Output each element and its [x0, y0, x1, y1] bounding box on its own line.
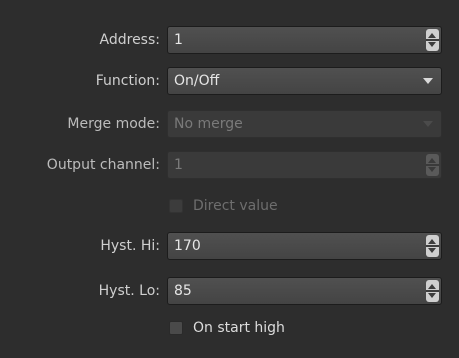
- checkbox-box[interactable]: [169, 199, 183, 213]
- spin-up-icon[interactable]: [428, 284, 436, 289]
- hyst-lo-label: Hyst. Lo:: [98, 283, 160, 299]
- spin-down-icon[interactable]: [428, 248, 436, 253]
- hyst-hi-spinbox[interactable]: 170: [167, 232, 442, 260]
- spin-arrows-icon[interactable]: [426, 235, 439, 257]
- spin-down-icon[interactable]: [428, 167, 436, 172]
- hyst-hi-value[interactable]: 170: [174, 233, 201, 259]
- hyst-lo-row: Hyst. Lo: 85: [0, 277, 459, 305]
- chevron-down-icon[interactable]: [423, 121, 433, 127]
- stepper-divider: [426, 245, 439, 247]
- merge-mode-row: Merge mode: No merge: [0, 110, 459, 138]
- merge-mode-value[interactable]: No merge: [174, 111, 243, 137]
- settings-panel: Address: 1 Function: On/Off Merge mode: …: [0, 0, 459, 358]
- output-channel-spinbox[interactable]: 1: [167, 151, 442, 179]
- output-channel-row: Output channel: 1: [0, 151, 459, 179]
- address-spinbox[interactable]: 1: [167, 26, 442, 54]
- on-start-high-label: On start high: [193, 320, 285, 336]
- function-row: Function: On/Off: [0, 67, 459, 95]
- function-select[interactable]: On/Off: [167, 67, 442, 95]
- direct-value-checkbox[interactable]: Direct value: [167, 196, 327, 220]
- address-row: Address: 1: [0, 26, 459, 54]
- function-label: Function:: [95, 73, 160, 89]
- hyst-hi-row: Hyst. Hi: 170: [0, 232, 459, 260]
- spin-up-icon[interactable]: [428, 33, 436, 38]
- hyst-hi-label: Hyst. Hi:: [100, 238, 160, 254]
- output-channel-label: Output channel:: [46, 157, 160, 173]
- merge-mode-label: Merge mode:: [67, 116, 160, 132]
- stepper-divider: [426, 39, 439, 41]
- spin-arrows-icon[interactable]: [426, 154, 439, 176]
- hyst-lo-spinbox[interactable]: 85: [167, 277, 442, 305]
- address-label: Address:: [99, 32, 160, 48]
- spin-arrows-icon[interactable]: [426, 280, 439, 302]
- on-start-high-checkbox[interactable]: On start high: [167, 318, 337, 342]
- stepper-divider: [426, 164, 439, 166]
- checkbox-box[interactable]: [169, 321, 183, 335]
- spin-down-icon[interactable]: [428, 293, 436, 298]
- merge-mode-select[interactable]: No merge: [167, 110, 442, 138]
- function-value[interactable]: On/Off: [174, 68, 219, 94]
- spin-down-icon[interactable]: [428, 42, 436, 47]
- address-value[interactable]: 1: [174, 27, 183, 53]
- hyst-lo-value[interactable]: 85: [174, 278, 192, 304]
- spin-up-icon[interactable]: [428, 239, 436, 244]
- stepper-divider: [426, 290, 439, 292]
- spin-up-icon[interactable]: [428, 158, 436, 163]
- spin-arrows-icon[interactable]: [426, 29, 439, 51]
- direct-value-label: Direct value: [193, 198, 278, 214]
- chevron-down-icon[interactable]: [423, 78, 433, 84]
- output-channel-value[interactable]: 1: [174, 152, 183, 178]
